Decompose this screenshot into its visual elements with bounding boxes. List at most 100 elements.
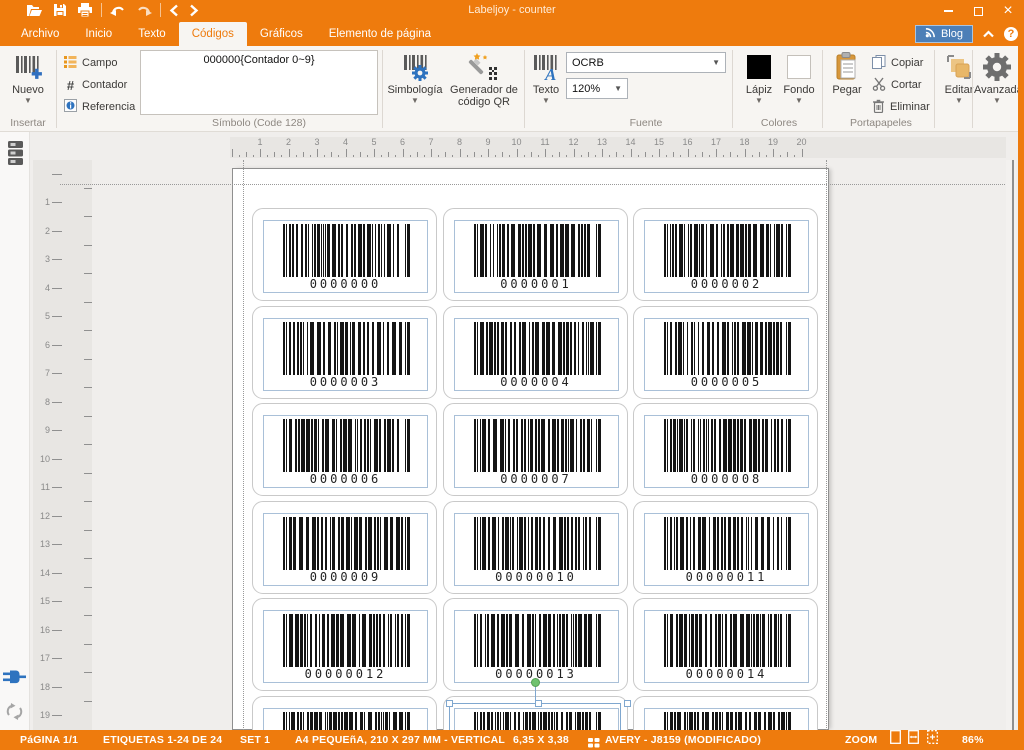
barcode-plus-icon bbox=[6, 50, 50, 84]
contador-button[interactable]: # Contador bbox=[64, 75, 127, 95]
referencia-button[interactable]: Referencia bbox=[64, 97, 135, 117]
copy-icon bbox=[872, 55, 886, 72]
font-family-select[interactable]: OCRB ▼ bbox=[566, 52, 726, 73]
zoom-fit-width-icon[interactable] bbox=[907, 730, 920, 750]
avanzada-dropdown-icon: ▼ bbox=[974, 97, 1020, 105]
scissors-icon bbox=[872, 77, 886, 94]
group-separator bbox=[56, 50, 57, 128]
tab-graficos[interactable]: Gráficos bbox=[247, 22, 316, 46]
barcode-text-icon: A bbox=[528, 50, 564, 84]
status-labels-count: ETIQUETAS 1-24 DE 24 bbox=[103, 730, 222, 750]
status-zoom-value[interactable]: 86% bbox=[962, 730, 984, 750]
help-icon[interactable]: ? bbox=[1004, 27, 1018, 41]
pegar-button[interactable]: Pegar bbox=[828, 50, 866, 97]
eliminar-button[interactable]: Eliminar bbox=[872, 97, 930, 117]
group-label-simbolo: Símbolo (Code 128) bbox=[140, 116, 378, 130]
statusbar: PáGINA 1/1 ETIQUETAS 1-24 DE 24 SET 1 A4… bbox=[0, 730, 1024, 750]
simbologia-button[interactable]: Simbología ▼ bbox=[386, 50, 444, 105]
window-border bbox=[1018, 46, 1024, 730]
qr-wand-icon bbox=[446, 50, 522, 84]
avanzada-button[interactable]: Avanzada ▼ bbox=[974, 50, 1020, 105]
status-set: SET 1 bbox=[240, 730, 270, 750]
selection-handle[interactable] bbox=[446, 700, 453, 707]
blog-label: Blog bbox=[941, 28, 963, 40]
tab-archivo[interactable]: Archivo bbox=[8, 22, 72, 46]
campo-button[interactable]: Campo bbox=[64, 53, 117, 73]
symbol-content-box[interactable]: 000000{Contador 0~9} bbox=[140, 50, 378, 115]
labeljoy-window: Labeljoy - counter × Archivo Inicio Text… bbox=[0, 0, 1024, 750]
nuevo-button[interactable]: Nuevo ▼ bbox=[6, 50, 50, 105]
titlebar: Labeljoy - counter × bbox=[0, 0, 1024, 22]
fondo-dropdown-icon: ▼ bbox=[780, 97, 818, 105]
copiar-label: Copiar bbox=[891, 57, 923, 69]
group-separator bbox=[934, 50, 935, 128]
design-canvas-area: 1234567891011121314151617181920 12345678… bbox=[0, 132, 1024, 730]
background-color-swatch bbox=[787, 55, 811, 79]
copiar-button[interactable]: Copiar bbox=[872, 53, 923, 73]
group-label-colores: Colores bbox=[740, 116, 818, 130]
selection-layer bbox=[0, 132, 1024, 730]
gear-icon bbox=[974, 50, 1020, 84]
zoom-fit-page-icon[interactable] bbox=[890, 730, 901, 750]
contador-label: Contador bbox=[82, 79, 127, 91]
eliminar-label: Eliminar bbox=[890, 101, 930, 113]
paste-clipboard-icon bbox=[828, 50, 866, 84]
group-label-insertar: Insertar bbox=[0, 116, 56, 130]
collapse-ribbon-icon[interactable] bbox=[983, 25, 994, 43]
barcode-gear-icon bbox=[386, 50, 444, 84]
group-separator bbox=[972, 50, 973, 128]
scrollbar-thumb[interactable] bbox=[1012, 160, 1014, 730]
ribbon: Nuevo ▼ Insertar Campo # Contador Refere… bbox=[0, 46, 1024, 132]
tab-texto[interactable]: Texto bbox=[125, 22, 179, 46]
close-button[interactable]: × bbox=[1000, 3, 1016, 19]
group-separator bbox=[382, 50, 383, 128]
minimize-button[interactable] bbox=[940, 3, 956, 19]
group-separator bbox=[822, 50, 823, 128]
symbol-formula: 000000{Contador 0~9} bbox=[203, 54, 314, 66]
nuevo-dropdown-icon: ▼ bbox=[6, 97, 50, 105]
campo-label: Campo bbox=[82, 57, 117, 69]
qr-generator-button[interactable]: Generador de código QR bbox=[446, 50, 522, 108]
zoom-custom-icon[interactable] bbox=[926, 730, 939, 750]
status-sheet-format: A4 PEQUEñA, 210 X 297 MM - VERTICAL bbox=[295, 730, 505, 750]
chevron-down-icon: ▼ bbox=[712, 58, 720, 67]
selection-rect[interactable] bbox=[449, 703, 621, 730]
font-size-select[interactable]: 120% ▼ bbox=[566, 78, 628, 99]
cortar-button[interactable]: Cortar bbox=[872, 75, 922, 95]
svg-text:A: A bbox=[544, 65, 556, 82]
reference-info-icon bbox=[64, 99, 77, 115]
status-label-size: 6,35 X 3,38 bbox=[513, 730, 569, 750]
tab-inicio[interactable]: Inicio bbox=[72, 22, 125, 46]
counter-hash-icon: # bbox=[64, 78, 77, 93]
texto-dropdown-icon: ▼ bbox=[528, 97, 564, 105]
status-zoom-label: ZOOM bbox=[845, 730, 877, 750]
pen-color-swatch bbox=[747, 55, 771, 79]
tab-codigos[interactable]: Códigos bbox=[179, 22, 247, 46]
rotation-handle[interactable] bbox=[531, 678, 540, 687]
fondo-button[interactable]: Fondo ▼ bbox=[780, 50, 818, 105]
tab-elemento-pagina[interactable]: Elemento de página bbox=[316, 22, 444, 46]
vertical-scrollbar[interactable] bbox=[1006, 160, 1016, 730]
font-size-value: 120% bbox=[572, 83, 600, 95]
rss-icon bbox=[925, 27, 936, 41]
chevron-down-icon: ▼ bbox=[614, 84, 622, 93]
pegar-label: Pegar bbox=[828, 84, 866, 97]
window-title: Labeljoy - counter bbox=[0, 4, 1024, 16]
simbologia-dropdown-icon: ▼ bbox=[386, 97, 444, 105]
lapiz-dropdown-icon: ▼ bbox=[740, 97, 778, 105]
lapiz-button[interactable]: Lápiz ▼ bbox=[740, 50, 778, 105]
trash-icon bbox=[872, 99, 885, 116]
texto-button[interactable]: A Texto ▼ bbox=[528, 50, 564, 105]
qr-generator-label-2: código QR bbox=[446, 96, 522, 108]
selection-handle[interactable] bbox=[624, 700, 631, 707]
status-template[interactable]: AVERY - J8159 (MODIFICADO) bbox=[605, 730, 761, 750]
group-label-fuente: Fuente bbox=[566, 116, 726, 130]
cortar-label: Cortar bbox=[891, 79, 922, 91]
blog-button[interactable]: Blog bbox=[915, 25, 973, 43]
referencia-label: Referencia bbox=[82, 101, 135, 113]
label-template-icon bbox=[588, 735, 600, 750]
group-separator bbox=[524, 50, 525, 128]
ribbon-tabs: Archivo Inicio Texto Códigos Gráficos El… bbox=[0, 22, 1024, 46]
maximize-button[interactable] bbox=[970, 3, 986, 19]
field-list-icon bbox=[64, 55, 77, 71]
